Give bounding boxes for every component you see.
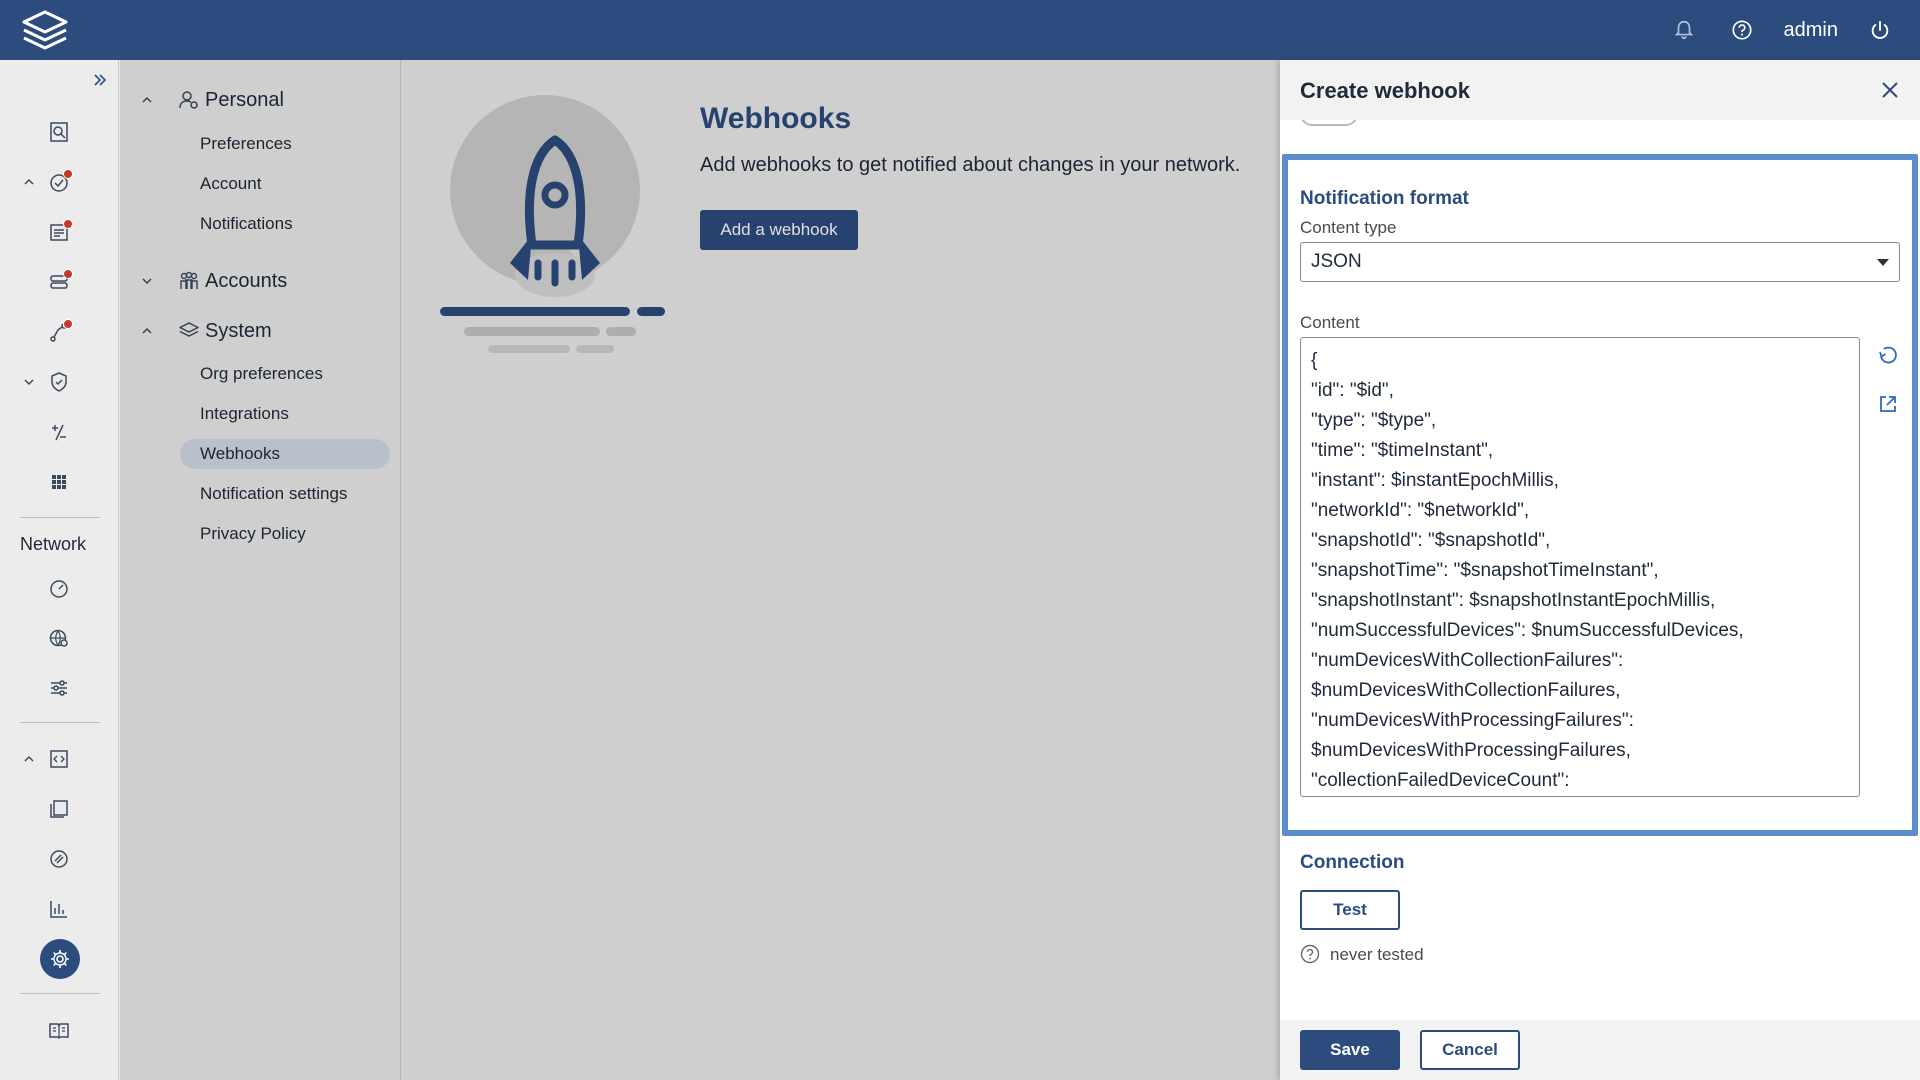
cancel-button[interactable]: Cancel	[1420, 1030, 1520, 1070]
rail-section-network: Network	[20, 534, 87, 554]
test-button[interactable]: Test	[1300, 890, 1400, 930]
content-label: Content	[1300, 313, 1360, 332]
expand-rail-button[interactable]	[0, 60, 119, 100]
rail-item-integrations[interactable]	[0, 839, 119, 879]
rail-item-settings[interactable]	[0, 939, 119, 979]
close-icon[interactable]	[1880, 80, 1900, 100]
open-external-icon[interactable]	[1876, 392, 1900, 416]
user-menu[interactable]: admin	[1784, 19, 1838, 42]
drawer-title: Create webhook	[1300, 78, 1470, 103]
app-logo-icon[interactable]	[18, 8, 72, 52]
rail-item-docs[interactable]	[0, 1010, 119, 1050]
code-file-icon	[48, 748, 70, 770]
notification-badge	[63, 319, 73, 329]
rail-item-diff[interactable]	[0, 412, 119, 452]
power-icon[interactable]	[1868, 18, 1892, 42]
content-type-select[interactable]: JSON	[1300, 242, 1900, 282]
link-icon	[48, 848, 70, 870]
caret-down-icon	[1877, 259, 1889, 266]
shield-icon	[48, 371, 70, 393]
rail-divider	[20, 517, 100, 518]
rail-item-security[interactable]	[0, 362, 119, 402]
rail-divider	[20, 993, 100, 994]
rail-item-dashboard[interactable]	[0, 568, 119, 608]
notification-badge	[63, 269, 73, 279]
rail-divider	[20, 722, 100, 723]
icon-rail: Network	[0, 60, 119, 1080]
book-icon	[48, 1019, 70, 1041]
rail-item-verify[interactable]	[0, 162, 119, 202]
connection-status: never tested	[1330, 945, 1424, 964]
create-webhook-drawer: Create webhook Notification format Conte…	[1280, 60, 1920, 1080]
save-button[interactable]: Save	[1300, 1030, 1400, 1070]
library-icon	[48, 798, 70, 820]
connection-title: Connection	[1300, 852, 1405, 873]
content-type-value: JSON	[1311, 251, 1362, 272]
notification-badge	[63, 169, 73, 179]
globe-gear-icon	[48, 627, 70, 649]
plus-minus-icon	[48, 421, 70, 443]
rail-item-code[interactable]	[0, 739, 119, 779]
sliders-icon	[48, 677, 70, 699]
notification-format-title: Notification format	[1300, 188, 1469, 209]
chevron-up-icon[interactable]	[22, 752, 36, 766]
rail-item-network-settings[interactable]	[0, 618, 119, 658]
rail-item-devices[interactable]	[0, 262, 119, 302]
double-chevron-right-icon	[92, 72, 108, 88]
rail-item-reports[interactable]	[0, 889, 119, 929]
modal-backdrop[interactable]	[120, 60, 1280, 1080]
bell-icon[interactable]	[1672, 18, 1696, 42]
rail-item-paths[interactable]	[0, 312, 119, 352]
chevron-up-icon[interactable]	[22, 175, 36, 189]
gear-icon	[40, 939, 80, 979]
rail-item-search[interactable]	[0, 112, 119, 152]
gauge-icon	[48, 577, 70, 599]
drawer-footer: Save Cancel	[1280, 1020, 1920, 1080]
chevron-down-icon[interactable]	[22, 375, 36, 389]
notification-format-section: Notification format Content type JSON Co…	[1282, 154, 1918, 836]
content-type-label: Content type	[1300, 218, 1397, 237]
top-bar: admin	[0, 0, 1920, 60]
help-icon[interactable]	[1730, 18, 1754, 42]
rail-item-filters[interactable]	[0, 668, 119, 708]
chart-icon	[48, 898, 70, 920]
rail-item-library[interactable]	[0, 789, 119, 829]
reset-icon[interactable]	[1876, 343, 1900, 367]
rail-item-inventory[interactable]	[0, 212, 119, 252]
content-textarea[interactable]: { "id": "$id", "type": "$type", "time": …	[1300, 337, 1860, 797]
search-report-icon	[48, 121, 70, 143]
rail-item-apps[interactable]	[0, 462, 119, 502]
grid-icon	[48, 471, 70, 493]
notification-badge	[63, 219, 73, 229]
help-circle-icon	[1300, 944, 1320, 964]
drawer-header: Create webhook	[1280, 60, 1920, 120]
